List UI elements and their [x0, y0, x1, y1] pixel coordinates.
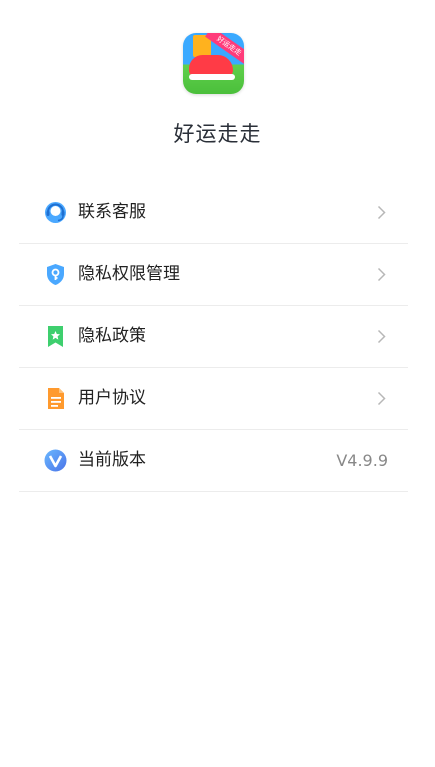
shield-key-icon [43, 262, 68, 287]
menu-item-current-version: 当前版本 V4.9.9 [19, 430, 408, 492]
chevron-right-icon [377, 329, 386, 344]
document-icon [43, 386, 68, 411]
version-v-icon [43, 448, 68, 473]
chevron-right-icon [377, 391, 386, 406]
app-logo: 好运走走 [183, 33, 244, 94]
headset-icon [43, 200, 68, 225]
menu-label: 隐私政策 [78, 326, 146, 346]
menu-item-privacy-policy[interactable]: 隐私政策 [19, 306, 408, 368]
menu-label: 联系客服 [78, 202, 146, 222]
version-number: V4.9.9 [336, 451, 388, 470]
menu-label: 隐私权限管理 [78, 264, 180, 284]
chevron-right-icon [377, 205, 386, 220]
menu-item-user-agreement[interactable]: 用户协议 [19, 368, 408, 430]
menu-item-privacy-permissions[interactable]: 隐私权限管理 [19, 244, 408, 306]
settings-menu: 联系客服 隐私权限管理 隐私政策 用户协议 当前版本 V4.9.9 [19, 182, 408, 492]
chevron-right-icon [377, 267, 386, 282]
app-name: 好运走走 [173, 122, 262, 146]
menu-label: 当前版本 [78, 450, 146, 470]
bookmark-star-icon [43, 324, 68, 349]
logo-sole [189, 74, 235, 80]
app-header: 好运走走 好运走走 [0, 0, 435, 170]
menu-item-contact-support[interactable]: 联系客服 [19, 182, 408, 244]
menu-label: 用户协议 [78, 388, 146, 408]
